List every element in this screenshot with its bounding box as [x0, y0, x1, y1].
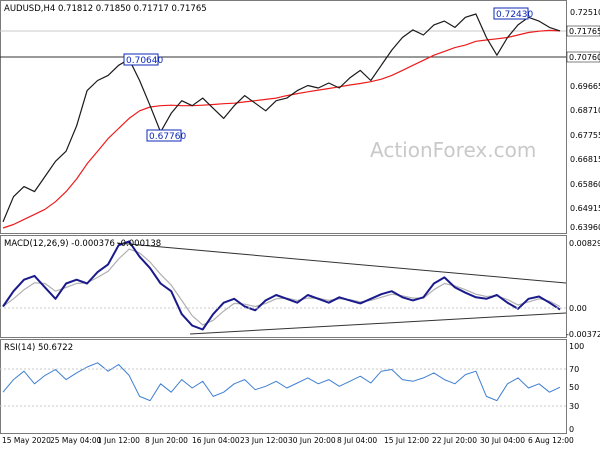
- x-axis: 15 May 2020 25 May 04:00 1 Jun 12:00 8 J…: [2, 436, 574, 445]
- annotation-0.72430: 0.72430: [493, 7, 533, 20]
- x-tick: 15 Jul 12:00: [384, 436, 429, 445]
- price-y-tick: 0.63960: [570, 223, 600, 232]
- annotation-0.67760: 0.67760: [146, 129, 186, 142]
- x-tick: 25 May 04:00: [50, 436, 102, 445]
- price-y-tick: 0.68710: [570, 106, 600, 115]
- x-tick: 15 May 2020: [2, 436, 51, 445]
- price-y-tick: 0.64915: [570, 204, 600, 213]
- price-y-tick: 0.65860: [570, 180, 600, 189]
- macd-y-tick: 0.008296: [569, 239, 600, 248]
- rsi-y-tick: 50: [569, 383, 579, 392]
- rsi-y-tick: 70: [569, 365, 579, 374]
- x-tick: 30 Jul 04:00: [480, 436, 525, 445]
- price-y-tick: 0.70760: [569, 53, 600, 62]
- annotation-0.70640: 0.70640: [123, 53, 163, 66]
- macd-y-tick: 0.00: [569, 304, 587, 313]
- x-tick: 8 Jul 04:00: [337, 436, 377, 445]
- x-tick: 1 Jun 12:00: [97, 436, 140, 445]
- price-y-tick: 0.66815: [570, 155, 600, 164]
- rsi-y-tick: 0: [569, 425, 574, 434]
- price-y-tick: 0.71765: [569, 27, 600, 36]
- price-y-tick: 0.67755: [570, 131, 600, 140]
- x-tick: 16 Jun 04:00: [192, 436, 240, 445]
- annotation-label: 0.67760: [149, 132, 186, 142]
- annotation-label: 0.70640: [126, 56, 163, 66]
- forex-chart: ActionForex.com 0.70640 0.67760 0.72430 …: [0, 0, 600, 450]
- price-header: AUDUSD,H4 0.71812 0.71850 0.71717 0.7176…: [4, 4, 207, 14]
- rsi-header: RSI(14) 50.6722: [4, 343, 73, 353]
- rsi-y-tick: 100: [569, 342, 584, 351]
- price-y-tick: 0.72510: [570, 8, 600, 17]
- x-tick: 22 Jul 20:00: [432, 436, 477, 445]
- chart-stage: ActionForex.com 0.70640 0.67760 0.72430 …: [0, 0, 600, 450]
- x-tick: 8 Jun 20:00: [145, 436, 188, 445]
- price-y-tick: 0.69665: [570, 82, 600, 91]
- watermark: ActionForex.com: [370, 138, 536, 162]
- x-tick: 23 Jun 12:00: [240, 436, 288, 445]
- annotation-label: 0.72430: [496, 10, 533, 20]
- macd-header: MACD(12,26,9) -0.000376 -0.000138: [4, 239, 161, 249]
- macd-y-tick: -0.003725: [566, 330, 600, 339]
- x-tick: 6 Aug 12:00: [528, 436, 574, 445]
- x-tick: 30 Jun 20:00: [288, 436, 336, 445]
- rsi-y-tick: 30: [569, 402, 579, 411]
